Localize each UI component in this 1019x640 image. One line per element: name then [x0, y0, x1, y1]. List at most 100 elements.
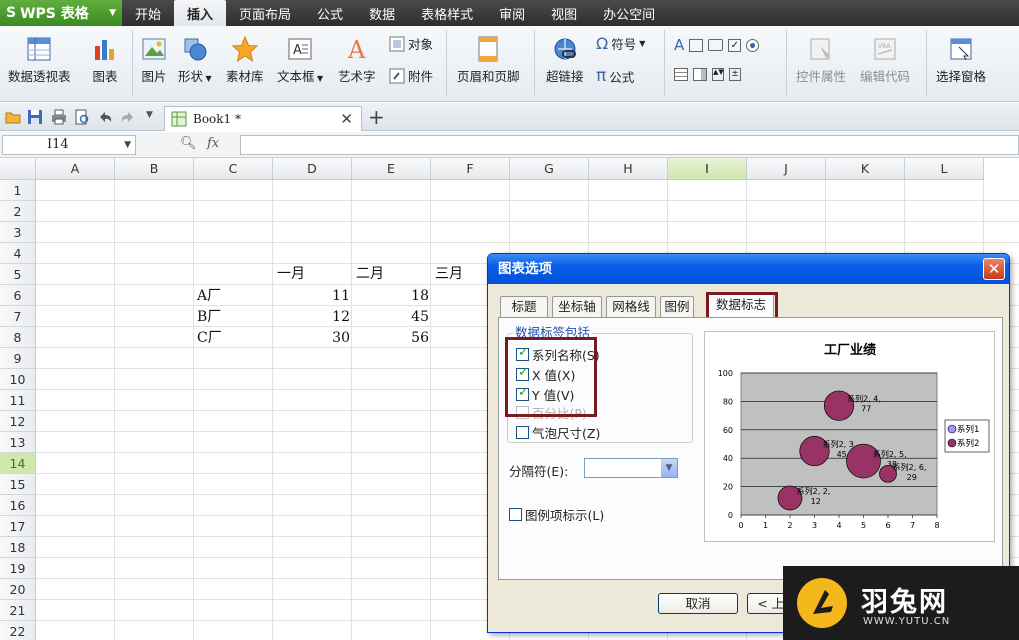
tab-table-style[interactable]: 表格样式 — [408, 0, 486, 26]
row-header-19[interactable]: 19 — [0, 558, 36, 579]
radio-control-icon[interactable] — [746, 38, 760, 52]
column-header-G[interactable]: G — [510, 158, 589, 180]
row-header-18[interactable]: 18 — [0, 537, 36, 558]
edit-code-button[interactable]: VBA 编辑代码 — [860, 36, 910, 85]
spinner-control-icon[interactable]: ▲▼ — [712, 68, 724, 81]
button-control-icon[interactable] — [708, 39, 724, 51]
cancel-button[interactable]: 取消 — [658, 593, 738, 614]
tab-start[interactable]: 开始 — [122, 0, 174, 26]
shape-button[interactable]: 形状 ▼ — [178, 36, 212, 85]
row-header-7[interactable]: 7 — [0, 306, 36, 327]
close-icon[interactable]: ✕ — [983, 258, 1005, 280]
tab-gridlines[interactable]: 网格线 — [606, 296, 656, 317]
row-header-8[interactable]: 8 — [0, 327, 36, 348]
row-header-17[interactable]: 17 — [0, 516, 36, 537]
column-header-L[interactable]: L — [905, 158, 984, 180]
legend-key-checkbox[interactable]: 图例项标示(L) — [509, 505, 604, 524]
row-header-15[interactable]: 15 — [0, 474, 36, 495]
tab-office-space[interactable]: 办公空间 — [590, 0, 668, 26]
cell-F5[interactable]: 三月 — [435, 263, 463, 284]
bubble-size-checkbox[interactable]: 气泡尺寸(Z) — [516, 423, 600, 442]
pivot-table-button[interactable]: 数据透视表 — [8, 36, 71, 85]
row-header-5[interactable]: 5 — [0, 264, 36, 285]
column-header-A[interactable]: A — [36, 158, 115, 180]
cell-D8[interactable]: 30 — [274, 327, 350, 348]
row-header-1[interactable]: 1 — [0, 180, 36, 201]
row-header-22[interactable]: 22 — [0, 621, 36, 640]
print-icon[interactable] — [51, 109, 67, 125]
cell-E6[interactable]: 18 — [353, 285, 429, 306]
label-control-icon[interactable]: A — [674, 36, 684, 54]
undo-icon[interactable] — [97, 109, 113, 125]
row-header-21[interactable]: 21 — [0, 600, 36, 621]
tab-insert[interactable]: 插入 — [174, 0, 227, 26]
row-header-12[interactable]: 12 — [0, 411, 36, 432]
cell-D7[interactable]: 12 — [274, 306, 350, 327]
save-icon[interactable] — [27, 109, 43, 125]
groupbox-control-icon[interactable] — [689, 38, 704, 52]
separator-select[interactable]: ▼ — [584, 458, 678, 478]
cell-E5[interactable]: 二月 — [356, 263, 384, 284]
header-footer-button[interactable]: 页眉和页脚 — [457, 36, 520, 85]
column-header-F[interactable]: F — [431, 158, 510, 180]
material-library-button[interactable]: 素材库 — [226, 36, 264, 85]
textbox-button[interactable]: A 文本框 ▼ — [277, 36, 323, 85]
cell-E7[interactable]: 45 — [353, 306, 429, 327]
zoom-search-icon[interactable]: 🔍︎ — [180, 136, 197, 151]
attachment-button[interactable]: 附件 — [389, 66, 433, 85]
fx-icon[interactable]: fx — [207, 136, 219, 151]
scrollbar-control-icon[interactable]: ± — [729, 68, 741, 81]
hyperlink-button[interactable]: 超链接 — [546, 36, 584, 85]
cell-D5[interactable]: 一月 — [277, 263, 305, 284]
column-header-B[interactable]: B — [115, 158, 194, 180]
new-tab-plus-icon[interactable]: + — [368, 105, 385, 129]
row-header-16[interactable]: 16 — [0, 495, 36, 516]
picture-button[interactable]: 图片 — [141, 36, 167, 85]
chevron-down-icon[interactable]: ▼ — [660, 459, 677, 477]
cell-C8[interactable]: C厂 — [197, 327, 222, 348]
dialog-title[interactable]: 图表选项 — [488, 254, 1009, 284]
tab-formulas[interactable]: 公式 — [304, 0, 356, 26]
redo-icon[interactable] — [120, 109, 136, 125]
combobox-control-icon[interactable] — [693, 68, 707, 81]
tab-data[interactable]: 数据 — [356, 0, 408, 26]
close-tab-icon[interactable]: ✕ — [340, 110, 353, 128]
control-properties-button[interactable]: 控件属性 — [796, 36, 846, 85]
customize-dropdown-icon[interactable]: ▼ — [146, 110, 153, 120]
chart-button[interactable]: 图表 — [92, 36, 118, 85]
row-header-14[interactable]: 14 — [0, 453, 36, 474]
column-header-J[interactable]: J — [747, 158, 826, 180]
cell-E8[interactable]: 56 — [353, 327, 429, 348]
print-preview-icon[interactable] — [74, 109, 90, 125]
name-box[interactable]: I14 ▼ — [2, 135, 136, 155]
selection-pane-button[interactable]: 选择窗格 — [936, 36, 986, 85]
row-header-10[interactable]: 10 — [0, 369, 36, 390]
tab-axes[interactable]: 坐标轴 — [552, 296, 602, 317]
listbox-control-icon[interactable] — [674, 68, 688, 81]
column-header-I[interactable]: I — [668, 158, 747, 180]
formula-input[interactable] — [240, 135, 1019, 155]
cell-D6[interactable]: 11 — [274, 285, 350, 306]
column-header-K[interactable]: K — [826, 158, 905, 180]
row-header-3[interactable]: 3 — [0, 222, 36, 243]
open-folder-icon[interactable] — [5, 109, 21, 125]
cell-C6[interactable]: A厂 — [197, 285, 221, 306]
column-header-C[interactable]: C — [194, 158, 273, 180]
row-header-20[interactable]: 20 — [0, 579, 36, 600]
column-header-H[interactable]: H — [589, 158, 668, 180]
tab-legend[interactable]: 图例 — [660, 296, 694, 317]
workbook-tab[interactable]: Book1 * ✕ — [164, 106, 362, 131]
app-menu-button[interactable]: S WPS 表格 ▼ — [0, 0, 122, 26]
row-header-6[interactable]: 6 — [0, 285, 36, 306]
cell-C7[interactable]: B厂 — [197, 306, 221, 327]
tab-review[interactable]: 审阅 — [486, 0, 538, 26]
tab-page-layout[interactable]: 页面布局 — [226, 0, 304, 26]
chevron-down-icon[interactable]: ▼ — [124, 136, 131, 154]
select-all-corner[interactable] — [0, 158, 36, 180]
wordart-button[interactable]: A 艺术字 — [338, 36, 376, 85]
column-header-D[interactable]: D — [273, 158, 352, 180]
row-header-2[interactable]: 2 — [0, 201, 36, 222]
symbol-button[interactable]: Ω 符号 ▼ — [596, 34, 645, 53]
tab-view[interactable]: 视图 — [538, 0, 590, 26]
row-header-11[interactable]: 11 — [0, 390, 36, 411]
